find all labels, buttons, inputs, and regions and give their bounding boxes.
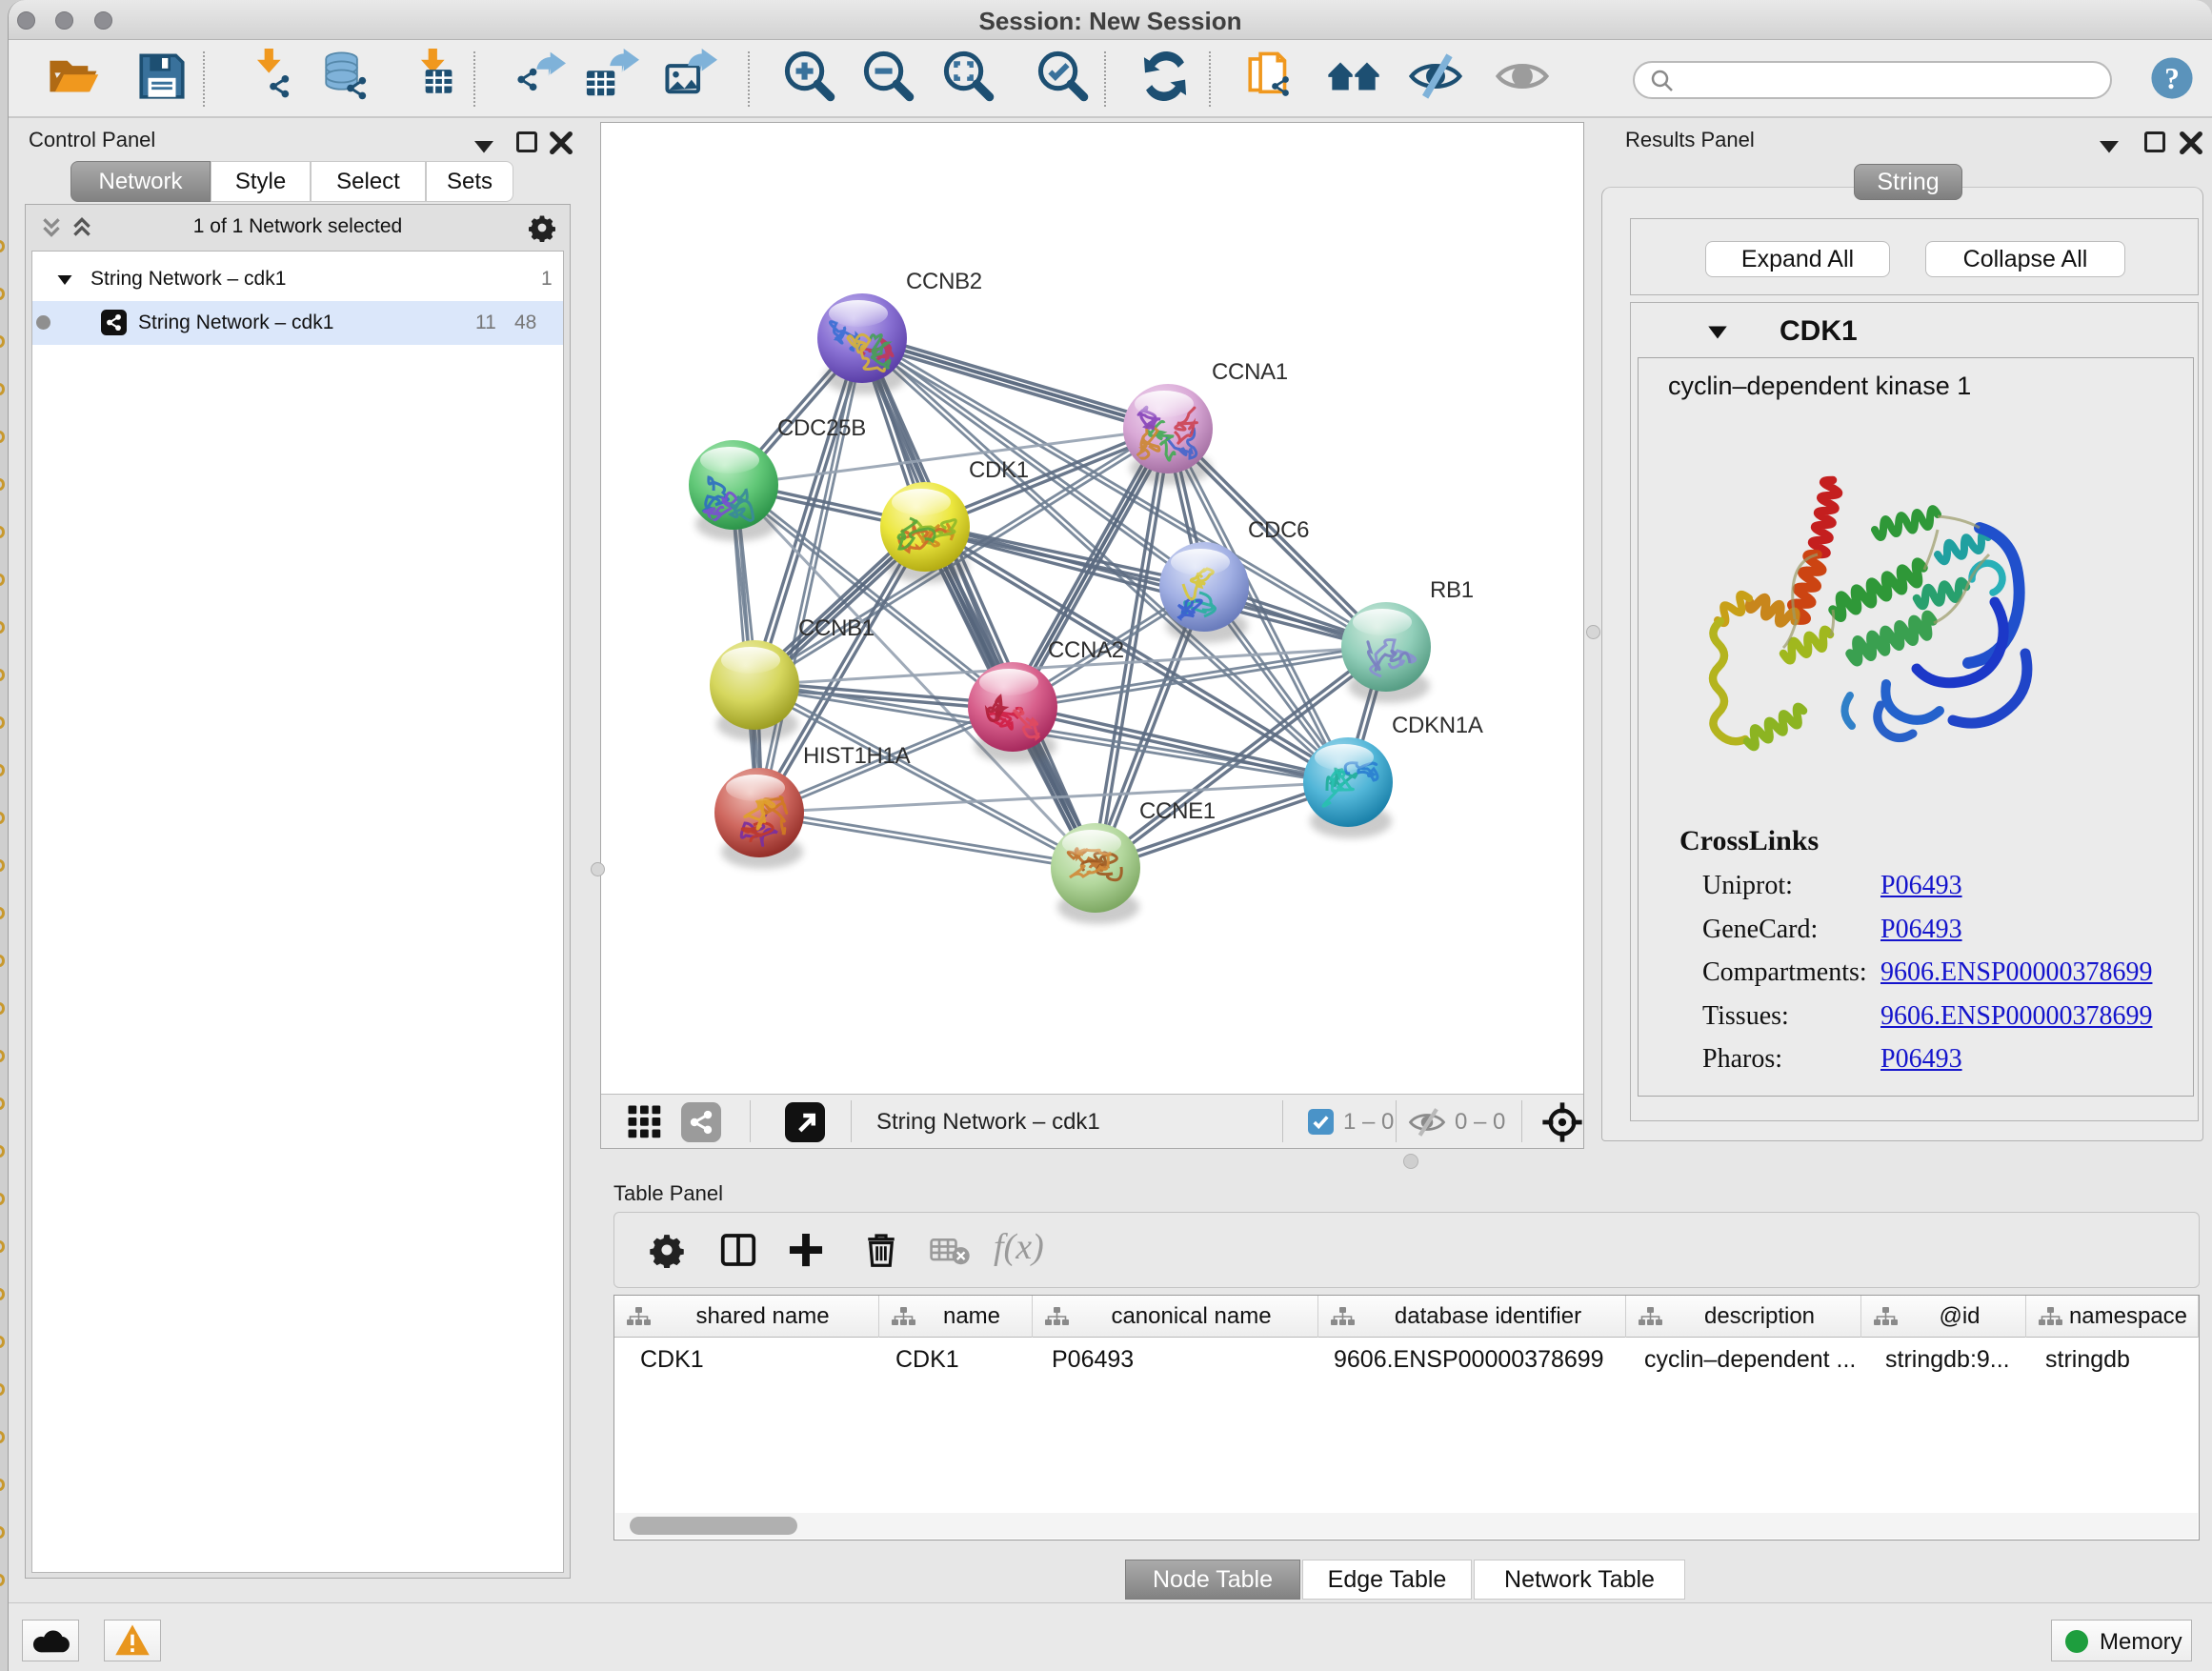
svg-text:RB1: RB1: [1430, 577, 1474, 603]
svg-text:CDKN1A: CDKN1A: [1392, 713, 1483, 738]
svg-text:CDC25B: CDC25B: [777, 415, 866, 441]
svg-text:CCNB1: CCNB1: [798, 615, 875, 641]
svg-text:CDC6: CDC6: [1248, 517, 1309, 543]
svg-text:?: ?: [2164, 62, 2180, 95]
svg-text:CCNA1: CCNA1: [1212, 359, 1288, 385]
svg-text:CDK1: CDK1: [969, 457, 1029, 483]
svg-text:HIST1H1A: HIST1H1A: [803, 743, 911, 769]
svg-text:CCNB2: CCNB2: [906, 269, 982, 294]
svg-text:CCNE1: CCNE1: [1139, 798, 1216, 824]
svg-text:CCNA2: CCNA2: [1048, 637, 1124, 663]
